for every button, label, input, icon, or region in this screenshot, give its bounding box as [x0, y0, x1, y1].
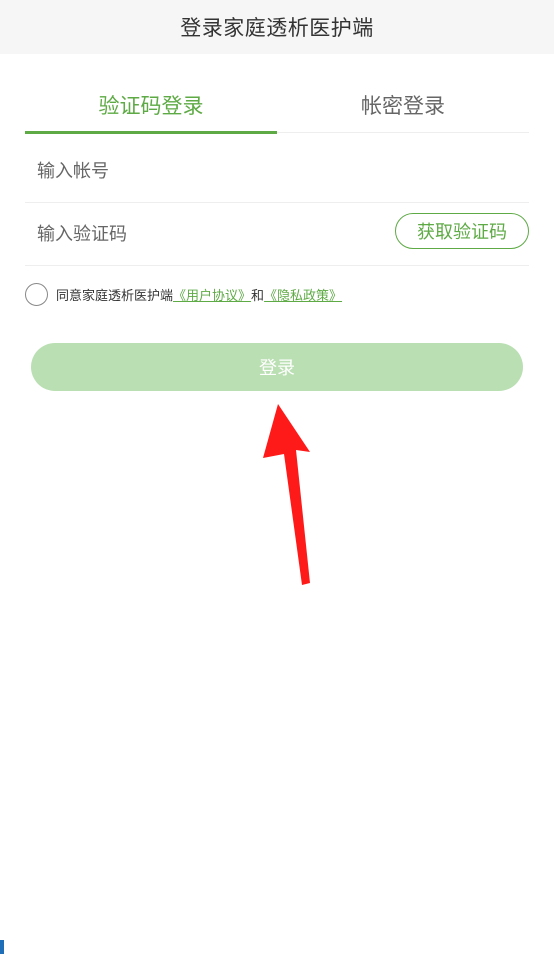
checkbox-circle-icon[interactable] [25, 282, 48, 306]
account-input[interactable] [37, 140, 377, 202]
page-title: 登录家庭透析医护端 [180, 16, 374, 40]
get-code-button[interactable]: 获取验证码 [395, 213, 529, 249]
tab-password-login[interactable]: 帐密登录 [277, 78, 529, 132]
privacy-policy-link[interactable]: 《隐私政策》 [264, 285, 342, 304]
user-agreement-link[interactable]: 《用户协议》 [173, 285, 251, 304]
corner-mark [0, 940, 4, 954]
agreement-row: 同意家庭透析医护端 《用户协议》 和 《隐私政策》 [25, 282, 342, 306]
header-bar: 登录家庭透析医护端 [0, 0, 554, 54]
login-tabs: 验证码登录 帐密登录 [25, 78, 529, 134]
verification-code-input[interactable] [37, 203, 377, 265]
login-page: 登录家庭透析医护端 验证码登录 帐密登录 获取验证码 同意家庭透析医护端 《用户… [0, 0, 554, 954]
active-tab-indicator [25, 131, 277, 134]
agreement-prefix: 同意家庭透析医护端 [56, 288, 174, 304]
account-field [25, 140, 529, 203]
code-field: 获取验证码 [25, 203, 529, 266]
agreement-and: 和 [251, 288, 265, 304]
tab-sms-login[interactable]: 验证码登录 [25, 78, 277, 132]
login-button[interactable]: 登录 [31, 343, 523, 391]
